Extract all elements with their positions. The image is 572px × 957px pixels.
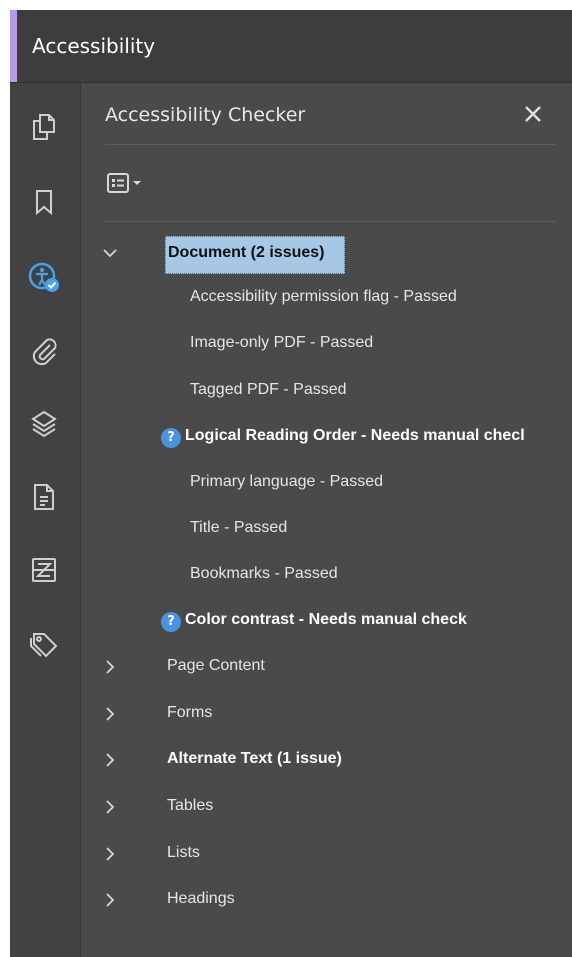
tree-node-alternate-text[interactable]: Alternate Text (1 issue) — [81, 743, 572, 777]
accessibility-checker-panel: Accessibility Checker Document (2 issues… — [81, 83, 572, 957]
app-frame: Accessibility Accessibility Checker Docu… — [10, 10, 572, 957]
check-item[interactable]: Tagged PDF - Passed — [81, 374, 572, 408]
chevron-right-icon[interactable] — [101, 798, 119, 816]
chevron-right-icon[interactable] — [101, 891, 119, 909]
left-toolbar — [10, 83, 81, 957]
check-item-label: Color contrast - Needs manual check — [185, 611, 467, 628]
toolbar-divider — [105, 221, 556, 222]
compare-icon[interactable] — [26, 552, 62, 588]
check-item-label: Tagged PDF - Passed — [190, 381, 347, 398]
tree-node-lists[interactable]: Lists — [81, 837, 572, 871]
category-label: Page Content — [167, 657, 265, 674]
check-item-label: Accessibility permission flag - Passed — [190, 288, 457, 305]
tree-node-page-content[interactable]: Page Content — [81, 650, 572, 684]
app-title: Accessibility — [32, 34, 156, 58]
document-icon[interactable] — [26, 479, 62, 515]
chevron-right-icon[interactable] — [101, 751, 119, 769]
check-item-label: Logical Reading Order - Needs manual che… — [185, 427, 525, 444]
chevron-right-icon[interactable] — [101, 705, 119, 723]
chevron-right-icon[interactable] — [101, 658, 119, 676]
pages-icon[interactable] — [26, 109, 62, 145]
title-bar: Accessibility — [10, 10, 572, 83]
category-label: Alternate Text (1 issue) — [167, 750, 342, 767]
check-item-manual[interactable]: ? Color contrast - Needs manual check — [81, 604, 572, 638]
category-label: Lists — [167, 844, 200, 861]
header-divider — [105, 144, 556, 145]
chevron-right-icon[interactable] — [101, 845, 119, 863]
document-node-label[interactable]: Document (2 issues) — [165, 236, 345, 274]
check-item[interactable]: Primary language - Passed — [81, 466, 572, 500]
check-item-label: Title - Passed — [190, 519, 288, 536]
attachment-icon[interactable] — [26, 334, 62, 370]
category-label: Headings — [167, 890, 235, 907]
check-item-label: Image-only PDF - Passed — [190, 334, 374, 351]
check-item-manual[interactable]: ? Logical Reading Order - Needs manual c… — [81, 420, 572, 454]
panel-title: Accessibility Checker — [105, 104, 306, 126]
check-item-label: Primary language - Passed — [190, 473, 383, 490]
close-button[interactable] — [517, 98, 549, 130]
help-icon: ? — [161, 428, 181, 448]
check-item[interactable]: Accessibility permission flag - Passed — [81, 281, 572, 315]
document-node-text: Document (2 issues) — [168, 244, 325, 261]
tags-icon[interactable] — [26, 626, 62, 662]
options-menu-icon — [107, 173, 141, 193]
layers-icon[interactable] — [26, 406, 62, 442]
check-item[interactable]: Image-only PDF - Passed — [81, 327, 572, 361]
tree-node-forms[interactable]: Forms — [81, 697, 572, 731]
chevron-down-icon[interactable] — [101, 244, 119, 262]
help-icon: ? — [161, 612, 181, 632]
tree-node-headings[interactable]: Headings — [81, 883, 572, 917]
close-icon — [525, 106, 541, 122]
category-label: Tables — [167, 797, 214, 814]
category-label: Forms — [167, 704, 213, 721]
bookmark-icon[interactable] — [26, 184, 62, 220]
check-item[interactable]: Bookmarks - Passed — [81, 558, 572, 592]
check-item-label: Bookmarks - Passed — [190, 565, 338, 582]
tree-node-tables[interactable]: Tables — [81, 790, 572, 824]
accessibility-check-icon[interactable] — [26, 260, 62, 296]
title-accent — [10, 10, 17, 82]
check-item[interactable]: Title - Passed — [81, 512, 572, 546]
options-menu-button[interactable] — [105, 168, 159, 198]
